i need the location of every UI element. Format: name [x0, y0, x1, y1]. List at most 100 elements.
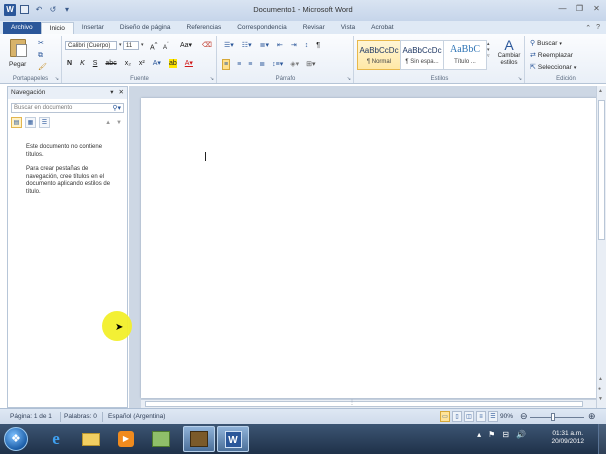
font-size-combo[interactable]: 11 ▾ — [123, 41, 144, 50]
underline-icon[interactable]: S — [93, 59, 98, 68]
change-styles-button[interactable]: A Cambiar estilos — [495, 38, 523, 67]
horizontal-scrollbar[interactable]: ⋮ — [141, 399, 596, 408]
taskbar-internet-explorer[interactable]: e — [40, 426, 72, 452]
shading-icon[interactable]: ◈▾ — [290, 60, 299, 69]
font-size-field[interactable]: 11 — [123, 41, 139, 50]
dialog-launcher-icon[interactable]: ↘ — [55, 76, 59, 82]
next-page-icon[interactable]: ▼ — [598, 396, 603, 402]
network-icon[interactable]: ⊟ — [502, 430, 509, 439]
full-screen-reading-icon[interactable]: ▯ — [452, 411, 462, 422]
help-icon[interactable]: ? — [596, 24, 600, 32]
tab-archivo[interactable]: Archivo — [3, 22, 41, 34]
align-center-icon[interactable]: ≡ — [237, 60, 241, 69]
borders-icon[interactable]: ⊞▾ — [306, 60, 315, 69]
sort-icon[interactable]: ↕ — [305, 41, 309, 50]
paste-button[interactable]: Pegar — [9, 39, 27, 68]
tab-referencias[interactable]: Referencias — [179, 22, 230, 34]
show-desktop-button[interactable] — [598, 424, 606, 454]
pilcrow-icon[interactable]: ¶ — [316, 41, 320, 50]
copy-button[interactable]: ⧉ — [38, 51, 43, 60]
tab-vista[interactable]: Vista — [333, 22, 363, 34]
more-styles-icon[interactable]: ▿ — [487, 53, 490, 59]
taskbar-media-player[interactable]: ▶ — [110, 426, 142, 452]
change-case-button[interactable]: Aa▾ — [180, 41, 192, 50]
tab-inicio[interactable]: Inicio — [40, 22, 74, 34]
format-painter-button[interactable]: 🖌 — [38, 63, 47, 72]
search-icon[interactable]: ⚲▾ — [112, 104, 121, 113]
dialog-launcher-icon[interactable]: ↘ — [210, 76, 214, 82]
tab-dise-o-de-p-gina[interactable]: Diseño de página — [112, 22, 179, 34]
bold-icon[interactable]: N — [67, 59, 72, 68]
style-normal[interactable]: AaBbCcDc ¶ Normal — [357, 40, 401, 70]
horizontal-scroll-thumb[interactable] — [145, 401, 583, 407]
browse-object-icon[interactable]: ● — [598, 386, 601, 392]
decrease-indent-icon[interactable]: ⇤ — [277, 41, 283, 50]
zoom-out-icon[interactable]: ⊖ — [520, 411, 528, 422]
minimize-icon[interactable]: — — [557, 3, 568, 14]
tab-insertar[interactable]: Insertar — [74, 22, 112, 34]
grow-font-button[interactable]: A^ — [150, 41, 157, 52]
font-color-icon[interactable]: A▾ — [185, 59, 193, 68]
tab-revisar[interactable]: Revisar — [295, 22, 333, 34]
tab-correspondencia[interactable]: Correspondencia — [229, 22, 295, 34]
next-heading-icon[interactable]: ▼ — [116, 120, 122, 126]
vertical-scrollbar[interactable]: ▲ ▲ ● ▼ — [596, 86, 606, 408]
status-language[interactable]: Español (Argentina) — [108, 413, 165, 420]
nav-close-icon[interactable]: ✕ — [119, 87, 124, 99]
align-left-icon[interactable]: ≡ — [222, 59, 231, 70]
nav-options-icon[interactable]: ▾ — [110, 87, 113, 99]
italic-icon[interactable]: K — [80, 59, 85, 68]
status-page[interactable]: Página: 1 de 1 — [10, 413, 52, 420]
status-words[interactable]: Palabras: 0 — [64, 413, 97, 420]
justify-icon[interactable]: ≣ — [259, 60, 265, 69]
select-button[interactable]: ⇱ Seleccionar ▾ — [530, 63, 576, 72]
previous-page-icon[interactable]: ▲ — [598, 376, 603, 382]
outline-icon[interactable]: ≡ — [476, 411, 486, 422]
dialog-launcher-icon[interactable]: ↘ — [347, 76, 351, 82]
align-right-icon[interactable]: ≡ — [248, 60, 252, 69]
strikethrough-icon[interactable]: abc — [105, 59, 116, 68]
clear-format-button[interactable]: ⌫ — [202, 41, 212, 50]
scroll-up-icon[interactable]: ▲ — [598, 88, 603, 94]
bullets-icon[interactable]: ☰▾ — [224, 41, 234, 50]
minimize-ribbon-icon[interactable]: ⌃ — [585, 24, 591, 32]
style-sin-espaciado[interactable]: AaBbCcDc ¶ Sin espa... — [400, 40, 444, 70]
taskbar-explorer[interactable] — [75, 426, 107, 452]
multilevel-list-icon[interactable]: ≣▾ — [260, 41, 269, 50]
nav-search-input[interactable]: Buscar en documento — [14, 105, 72, 111]
action-center-flag-icon[interactable]: ⚑ — [488, 430, 495, 439]
zoom-level[interactable]: 90% — [500, 413, 513, 420]
zoom-slider[interactable] — [530, 417, 584, 418]
close-icon[interactable]: ✕ — [591, 3, 602, 14]
tab-acrobat[interactable]: Acrobat — [363, 22, 401, 34]
browse-pages-icon[interactable]: ▦ — [25, 117, 36, 128]
vertical-scroll-thumb[interactable] — [598, 100, 605, 240]
find-button[interactable]: ⚲ Buscar ▾ — [530, 39, 562, 48]
replace-button[interactable]: ⇄ Reemplazar — [530, 51, 573, 60]
taskbar-app-5[interactable] — [183, 426, 215, 452]
subscript-icon[interactable]: x₂ — [125, 59, 131, 68]
clock[interactable]: 01:31 a.m. 20/09/2012 — [551, 430, 584, 446]
maximize-icon[interactable]: ❐ — [574, 3, 585, 14]
document-page[interactable] — [141, 98, 601, 398]
font-name-combo[interactable]: Calibri (Cuerpo) ▾ — [65, 41, 122, 50]
style-titulo[interactable]: AaBbC Título ... — [443, 40, 487, 70]
styles-scroll[interactable]: ▴ ▾ ▿ — [487, 41, 490, 59]
zoom-slider-handle[interactable] — [551, 413, 555, 421]
superscript-icon[interactable]: x² — [139, 59, 145, 68]
dialog-launcher-icon[interactable]: ↘ — [518, 76, 522, 82]
increase-indent-icon[interactable]: ⇥ — [291, 41, 297, 50]
draft-icon[interactable]: ☰ — [488, 411, 498, 422]
taskbar-word[interactable]: W — [217, 426, 249, 452]
zoom-in-icon[interactable]: ⊕ — [588, 411, 596, 422]
browse-headings-icon[interactable]: ▤ — [11, 117, 22, 128]
shrink-font-button[interactable]: Aˇ — [163, 41, 169, 53]
browse-results-icon[interactable]: ☰ — [39, 117, 50, 128]
show-hidden-icons-icon[interactable]: ▴ — [477, 430, 481, 439]
text-effects-icon[interactable]: A▾ — [153, 59, 161, 68]
highlight-icon[interactable]: ab — [168, 59, 177, 68]
numbering-icon[interactable]: ☷▾ — [242, 41, 252, 50]
web-layout-icon[interactable]: ◫ — [464, 411, 474, 422]
nav-search-box[interactable]: Buscar en documento ⚲▾ — [11, 103, 124, 113]
previous-heading-icon[interactable]: ▲ — [105, 120, 111, 126]
